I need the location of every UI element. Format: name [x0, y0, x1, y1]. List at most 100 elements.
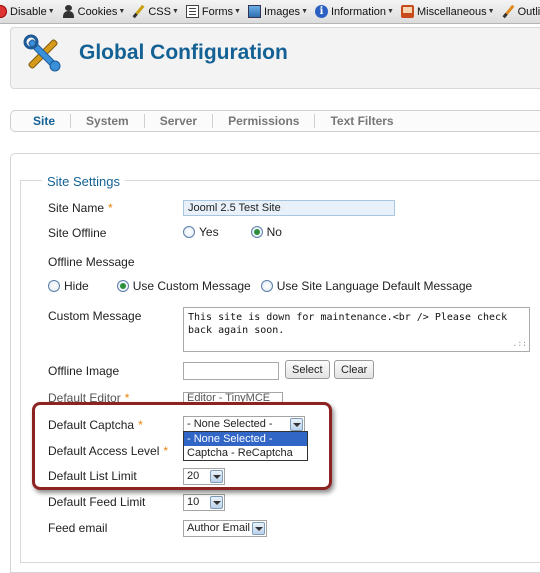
default-editor-label: Default Editor *	[48, 391, 129, 405]
toolbar-label: Information	[331, 5, 387, 18]
feed-email-select[interactable]: Author Email	[183, 520, 267, 537]
forms-icon	[185, 5, 199, 18]
toolbar-label: Cookies	[77, 5, 118, 18]
chevron-down-icon[interactable]	[252, 522, 265, 535]
required-marker: *	[163, 444, 169, 458]
tab-system[interactable]: System	[71, 114, 145, 128]
css-icon	[132, 5, 145, 18]
images-icon	[247, 5, 261, 18]
offline-message-custom-option[interactable]: Use Custom Message	[116, 279, 251, 293]
default-access-level-label: Default Access Level *	[48, 444, 168, 458]
toolbar-css-menu[interactable]: CSS ▼	[132, 5, 179, 18]
resize-grip-icon[interactable]: .::	[513, 337, 527, 350]
toolbar-information-menu[interactable]: i Information ▼	[315, 5, 394, 18]
miscellaneous-icon	[400, 5, 414, 18]
cookies-icon	[62, 5, 75, 18]
page-title: Global Configuration	[79, 41, 288, 64]
site-name-label: Site Name *	[48, 201, 113, 215]
label-text: Default Captcha	[48, 418, 135, 432]
select-image-button[interactable]: Select	[285, 360, 330, 379]
offline-image-input[interactable]	[183, 362, 279, 380]
tab-server[interactable]: Server	[145, 114, 214, 128]
option-label: Use Site Language Default Message	[276, 279, 473, 293]
required-marker: *	[124, 391, 130, 405]
radio-button[interactable]	[183, 226, 195, 238]
information-icon: i	[315, 5, 328, 18]
radio-button[interactable]	[48, 280, 60, 292]
toolbar-cookies-menu[interactable]: Cookies ▼	[62, 5, 126, 18]
toolbar-label: Disable	[10, 5, 47, 18]
default-captcha-dropdown: - None Selected - Captcha - ReCaptcha	[183, 431, 308, 461]
select-value: Author Email	[187, 522, 250, 534]
option-label: No	[266, 225, 282, 239]
toolbar-label: Miscellaneous	[416, 5, 487, 18]
custom-message-text: This site is down for maintenance.<br />…	[188, 312, 514, 336]
disable-icon	[0, 5, 7, 18]
config-tabs: Site System Server Permissions Text Filt…	[10, 110, 540, 132]
dropdown-arrow-icon: ▼	[234, 8, 241, 15]
toolbar-images-menu[interactable]: Images ▼	[247, 5, 308, 18]
required-marker: *	[138, 418, 143, 432]
offline-message-default-option[interactable]: Use Site Language Default Message	[260, 279, 473, 293]
default-list-limit-label: Default List Limit	[48, 469, 137, 483]
radio-button-selected[interactable]	[116, 280, 129, 292]
site-offline-yes-option[interactable]: Yes	[183, 225, 219, 239]
select-value: 10	[187, 496, 200, 508]
toolbar-label: Outline	[517, 5, 540, 18]
option-label: Use Custom Message	[132, 279, 251, 293]
dropdown-arrow-icon: ▼	[47, 8, 55, 15]
default-feed-limit-label: Default Feed Limit	[48, 495, 146, 509]
toolbar-label: CSS	[148, 5, 171, 18]
offline-image-label: Offline Image	[48, 364, 120, 378]
site-offline-label: Site Offline	[48, 226, 107, 240]
default-feed-limit-select[interactable]: 10	[183, 494, 225, 511]
clear-image-button[interactable]: Clear	[334, 360, 375, 379]
label-text: Site Name	[48, 201, 105, 215]
label-text: Default Access Level	[48, 444, 160, 458]
dropdown-arrow-icon: ▼	[171, 8, 179, 15]
page-header: Global Configuration	[10, 27, 540, 89]
web-developer-toolbar: Disable ▼ Cookies ▼ CSS ▼ Forms ▼ Images ▼ iI…	[0, 0, 540, 24]
custom-message-textarea[interactable]: This site is down for maintenance.<br />…	[183, 307, 530, 352]
toolbar-miscellaneous-menu[interactable]: Miscellaneous ▼	[400, 5, 495, 18]
feed-email-label: Feed email	[48, 521, 108, 535]
radio-button[interactable]	[260, 280, 273, 292]
site-settings-legend: Site Settings	[42, 174, 125, 189]
dropdown-arrow-icon: ▼	[118, 8, 126, 15]
tools-icon	[23, 34, 61, 72]
site-offline-radios: Yes No	[183, 225, 296, 239]
offline-message-radios: Hide Use Custom Message Use Site Languag…	[48, 279, 486, 293]
offline-message-label: Offline Message	[48, 255, 135, 269]
dropdown-arrow-icon: ▼	[487, 8, 495, 15]
toolbar-outline-menu[interactable]: Outline▼	[502, 5, 540, 18]
outline-icon	[502, 5, 515, 18]
toolbar-disable-menu[interactable]: Disable ▼	[0, 5, 55, 18]
default-editor-select[interactable]: Editor - TinyMCE	[183, 392, 283, 404]
site-offline-no-option[interactable]: No	[250, 225, 282, 239]
required-marker: *	[108, 201, 113, 215]
chevron-down-icon[interactable]	[210, 496, 223, 509]
default-captcha-label: Default Captcha *	[48, 418, 143, 432]
dropdown-option-none[interactable]: - None Selected -	[184, 432, 307, 446]
tab-site[interactable]: Site	[21, 114, 72, 128]
select-value: - None Selected -	[187, 418, 273, 430]
toolbar-label: Images	[263, 5, 301, 18]
site-name-input[interactable]: Jooml 2.5 Test Site	[183, 200, 395, 216]
tab-permissions[interactable]: Permissions	[213, 114, 316, 128]
toolbar-forms-menu[interactable]: Forms ▼	[185, 5, 241, 18]
label-text: Default Editor	[48, 391, 121, 405]
dropdown-arrow-icon: ▼	[301, 8, 308, 15]
select-value: 20	[187, 470, 200, 482]
default-list-limit-select[interactable]: 20	[183, 468, 225, 485]
chevron-down-icon[interactable]	[210, 470, 223, 483]
custom-message-label: Custom Message	[48, 309, 142, 323]
toolbar-label: Forms	[201, 5, 234, 18]
tab-text-filters[interactable]: Text Filters	[315, 114, 408, 128]
dropdown-option-recaptcha[interactable]: Captcha - ReCaptcha	[184, 446, 307, 460]
dropdown-arrow-icon: ▼	[387, 8, 394, 15]
option-label: Hide	[64, 279, 89, 293]
option-label: Yes	[199, 225, 219, 239]
offline-message-hide-option[interactable]: Hide	[48, 279, 89, 293]
radio-button-selected[interactable]	[250, 226, 263, 238]
chevron-down-icon[interactable]	[290, 418, 303, 431]
